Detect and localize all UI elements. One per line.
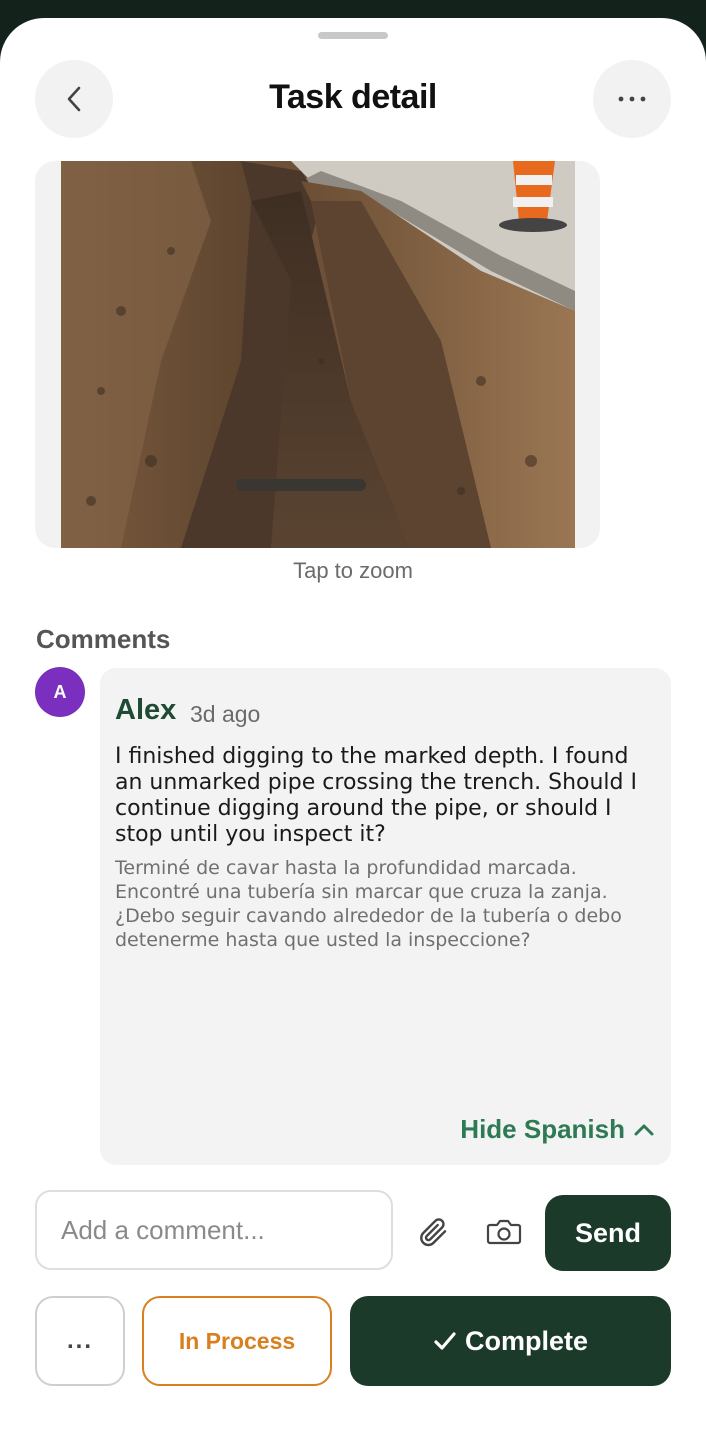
hide-spanish-label: Hide Spanish [460,1114,625,1144]
camera-icon [486,1219,522,1245]
chevron-up-icon [634,1124,654,1135]
trench-photo[interactable] [61,161,575,548]
comment-author: Alex [115,694,177,726]
sheet-grabber[interactable] [318,32,388,39]
comment-text-spanish: Terminé de cavar hasta la profundidad ma… [115,857,622,951]
checkmark-icon [434,1332,456,1350]
complete-button[interactable]: Complete [350,1296,671,1386]
more-actions-button[interactable]: ... [35,1296,125,1386]
complete-label: Complete [464,1325,589,1356]
comment-text-english: I finished digging to the marked depth. … [115,744,637,847]
more-options-button[interactable] [593,60,671,138]
comment-timestamp: 3d ago [190,701,261,727]
attach-button[interactable] [411,1210,455,1254]
paperclip-icon [420,1218,447,1247]
more-horizontal-icon [618,96,646,102]
camera-button[interactable] [482,1210,526,1254]
avatar: A [35,667,85,717]
comments-heading: Comments [36,624,171,654]
comment-input[interactable] [35,1190,393,1270]
send-label: Send [574,1217,641,1248]
hide-spanish-toggle[interactable]: Hide Spanish [460,1114,655,1145]
avatar-initial: A [53,681,67,702]
send-button[interactable]: Send [545,1195,671,1271]
task-detail-sheet: Task detail Tap to zoom Comments A Alex … [0,18,706,1431]
in-process-label: In Process [178,1327,296,1354]
comment-bubble: Alex 3d ago I finished digging to the ma… [100,668,671,1165]
more-actions-label: ... [66,1327,93,1354]
task-photo-card[interactable] [35,161,600,548]
in-process-button[interactable]: In Process [142,1296,332,1386]
tap-to-zoom-hint: Tap to zoom [293,558,413,583]
